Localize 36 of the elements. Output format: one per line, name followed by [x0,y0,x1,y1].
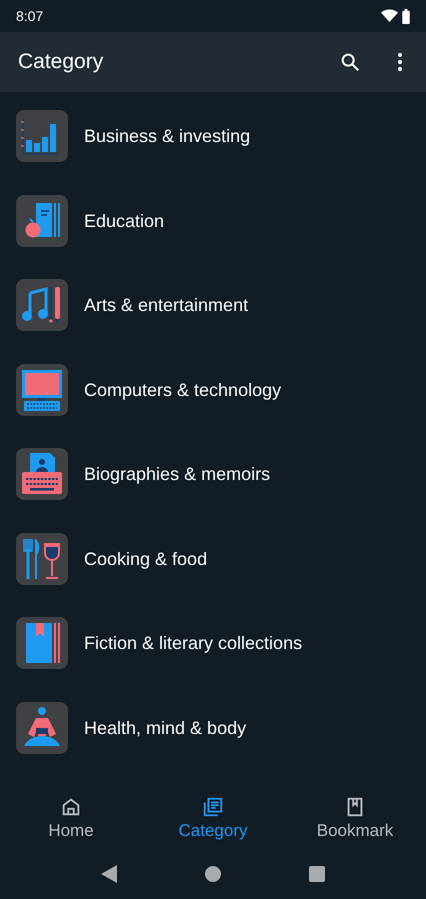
category-item[interactable]: Computers & technology [0,364,426,448]
category-item[interactable]: Health, mind & body [0,702,426,786]
category-label: Fiction & literary collections [84,632,302,655]
category-label: Business & investing [84,125,250,148]
app-bar-title: Category [18,49,104,76]
bottom-nav-tab[interactable]: Bookmark [284,796,426,844]
bottom-nav-tab[interactable]: Home [0,796,142,844]
battery-icon [402,8,410,24]
wifi-icon [381,9,398,23]
back-icon[interactable] [101,865,117,883]
category-label: Arts & entertainment [84,294,248,317]
stacked-document-icon [202,796,224,818]
category-item[interactable]: Fiction & literary collections [0,617,426,702]
bar-chart-icon [16,110,68,162]
category-label: Cooking & food [84,548,208,571]
category-label: Biographies & memoirs [84,463,270,486]
computer-icon [16,364,68,416]
category-item[interactable]: Arts & entertainment [0,279,426,364]
category-item[interactable]: Education [0,194,426,279]
category-item[interactable]: Biographies & memoirs [0,448,426,532]
book-icon [16,617,68,669]
category-item[interactable]: Cooking & food [0,532,426,617]
cutlery-glass-icon [16,532,68,584]
bottom-nav-tab[interactable]: Category [142,796,284,844]
search-icon [339,51,361,73]
category-label: Computers & technology [84,378,282,402]
home-circle-icon[interactable] [205,866,221,882]
category-label: Education [84,210,164,232]
category-label: Health, mind & body [84,716,246,740]
book-apple-icon [16,194,68,246]
category-item[interactable]: Business & investing [0,110,426,194]
home-icon [60,796,82,818]
status-time: 8:07 [16,6,44,26]
typewriter-icon [16,448,68,500]
meditation-figure-icon [16,702,68,754]
music-pen-icon [16,279,68,331]
